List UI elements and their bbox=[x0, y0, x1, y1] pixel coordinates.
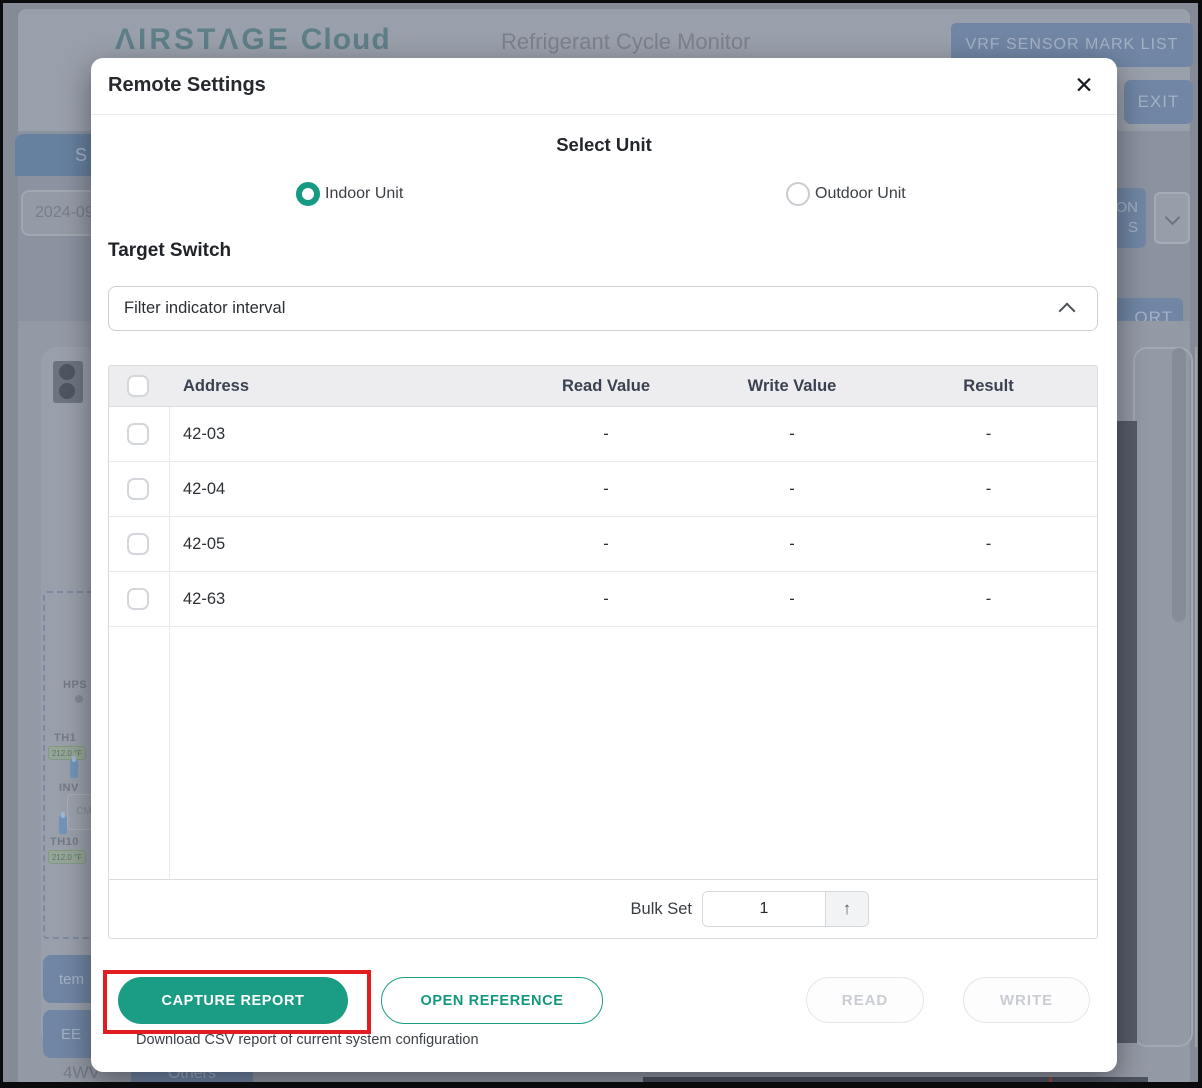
address-cell: 42-05 bbox=[169, 535, 506, 554]
read-button[interactable]: READ bbox=[806, 977, 924, 1023]
checkbox-column-divider bbox=[169, 407, 170, 879]
hps-sensor-icon bbox=[75, 695, 83, 703]
write-value-cell: - bbox=[706, 425, 878, 444]
table-body: 42-03 - - - 42-04 - - - 42-05 - - bbox=[109, 407, 1097, 879]
inv-label: INV bbox=[59, 782, 79, 794]
option-button-line1: ON bbox=[1116, 198, 1139, 218]
row-checkbox[interactable] bbox=[127, 478, 149, 500]
table-row: 42-05 - - - bbox=[109, 517, 1097, 572]
logo-brand: ΛIRSTΛGE bbox=[115, 23, 291, 56]
target-switch-heading: Target Switch bbox=[108, 240, 231, 262]
title-divider bbox=[91, 114, 1117, 115]
remote-settings-dialog: Remote Settings ✕ Select Unit Indoor Uni… bbox=[91, 58, 1117, 1072]
bottom-red-marker bbox=[1049, 1077, 1052, 1086]
write-button[interactable]: WRITE bbox=[963, 977, 1090, 1023]
select-all-checkbox[interactable] bbox=[127, 375, 149, 397]
th1-value-badge: 212.0 °F bbox=[48, 746, 86, 760]
table-footer: Bulk Set ↑ bbox=[109, 879, 1097, 938]
write-value-cell: - bbox=[706, 480, 878, 499]
address-cell: 42-03 bbox=[169, 425, 506, 444]
read-value-cell: - bbox=[506, 535, 706, 554]
read-value-cell: - bbox=[506, 590, 706, 609]
address-cell: 42-63 bbox=[169, 590, 506, 609]
row-checkbox[interactable] bbox=[127, 588, 149, 610]
th10-thermometer-icon bbox=[59, 816, 67, 834]
chart-dark-bar bbox=[1117, 421, 1137, 1043]
bulk-set-input[interactable] bbox=[703, 892, 825, 926]
th1-thermometer-icon bbox=[70, 760, 78, 778]
capture-report-button[interactable]: CAPTURE REPORT bbox=[118, 977, 348, 1024]
address-column-header: Address bbox=[169, 377, 506, 396]
filter-indicator-dropdown[interactable]: Filter indicator interval bbox=[108, 286, 1098, 331]
up-arrow-icon: ↑ bbox=[843, 899, 852, 919]
write-value-cell: - bbox=[706, 590, 878, 609]
table-row: 42-63 - - - bbox=[109, 572, 1097, 627]
read-value-cell: - bbox=[506, 480, 706, 499]
outdoor-unit-label: Outdoor Unit bbox=[815, 185, 906, 203]
open-reference-button[interactable]: OPEN REFERENCE bbox=[381, 977, 603, 1024]
result-column-header: Result bbox=[878, 377, 1098, 396]
write-value-column-header: Write Value bbox=[706, 377, 878, 396]
read-value-cell: - bbox=[506, 425, 706, 444]
logo-suffix: Cloud bbox=[301, 23, 391, 56]
th10-value-badge: 212.0 °F bbox=[48, 850, 86, 864]
chevron-up-icon bbox=[1059, 303, 1076, 320]
table-header-row: Address Read Value Write Value Result bbox=[109, 366, 1097, 407]
result-cell: - bbox=[878, 425, 1098, 444]
page-title: Refrigerant Cycle Monitor bbox=[501, 29, 750, 55]
switch-table: Address Read Value Write Value Result 42… bbox=[108, 365, 1098, 939]
outdoor-unit-radio[interactable] bbox=[786, 182, 810, 206]
indoor-unit-label: Indoor Unit bbox=[325, 185, 403, 203]
bottom-dark-panel bbox=[643, 1077, 1148, 1086]
outdoor-unit-icon bbox=[53, 361, 83, 403]
th1-label: TH1 bbox=[54, 732, 76, 744]
write-value-cell: - bbox=[706, 535, 878, 554]
dialog-title: Remote Settings bbox=[108, 74, 266, 97]
th10-label: TH10 bbox=[50, 836, 79, 848]
bulk-set-label: Bulk Set bbox=[631, 900, 692, 919]
row-checkbox[interactable] bbox=[127, 533, 149, 555]
row-checkbox[interactable] bbox=[127, 423, 149, 445]
airstage-logo: ΛIRSTΛGE Cloud bbox=[115, 23, 391, 57]
scrollbar-thumb bbox=[1172, 348, 1186, 622]
close-icon[interactable]: ✕ bbox=[1069, 70, 1099, 100]
read-value-column-header: Read Value bbox=[506, 377, 706, 396]
capture-report-caption: Download CSV report of current system co… bbox=[136, 1032, 479, 1048]
exit-button: EXIT bbox=[1124, 80, 1193, 124]
table-row: 42-03 - - - bbox=[109, 407, 1097, 462]
hps-label: HPS bbox=[63, 679, 87, 691]
bulk-set-increment-button[interactable]: ↑ bbox=[825, 892, 868, 926]
table-row: 42-04 - - - bbox=[109, 462, 1097, 517]
result-cell: - bbox=[878, 480, 1098, 499]
bulk-set-stepper: ↑ bbox=[702, 891, 869, 927]
option-button-line2: S bbox=[1128, 218, 1138, 238]
collapse-dropdown bbox=[1154, 192, 1190, 244]
screen: ΛIRSTΛGECloud Refrigerant Cycle Monitor … bbox=[0, 0, 1202, 1088]
dropdown-label: Filter indicator interval bbox=[124, 299, 285, 318]
result-cell: - bbox=[878, 590, 1098, 609]
indoor-unit-radio[interactable] bbox=[296, 182, 320, 206]
select-unit-heading: Select Unit bbox=[91, 134, 1117, 156]
result-cell: - bbox=[878, 535, 1098, 554]
right-card-divider bbox=[1195, 347, 1197, 1047]
address-cell: 42-04 bbox=[169, 480, 506, 499]
chevron-down-icon bbox=[1165, 210, 1181, 226]
